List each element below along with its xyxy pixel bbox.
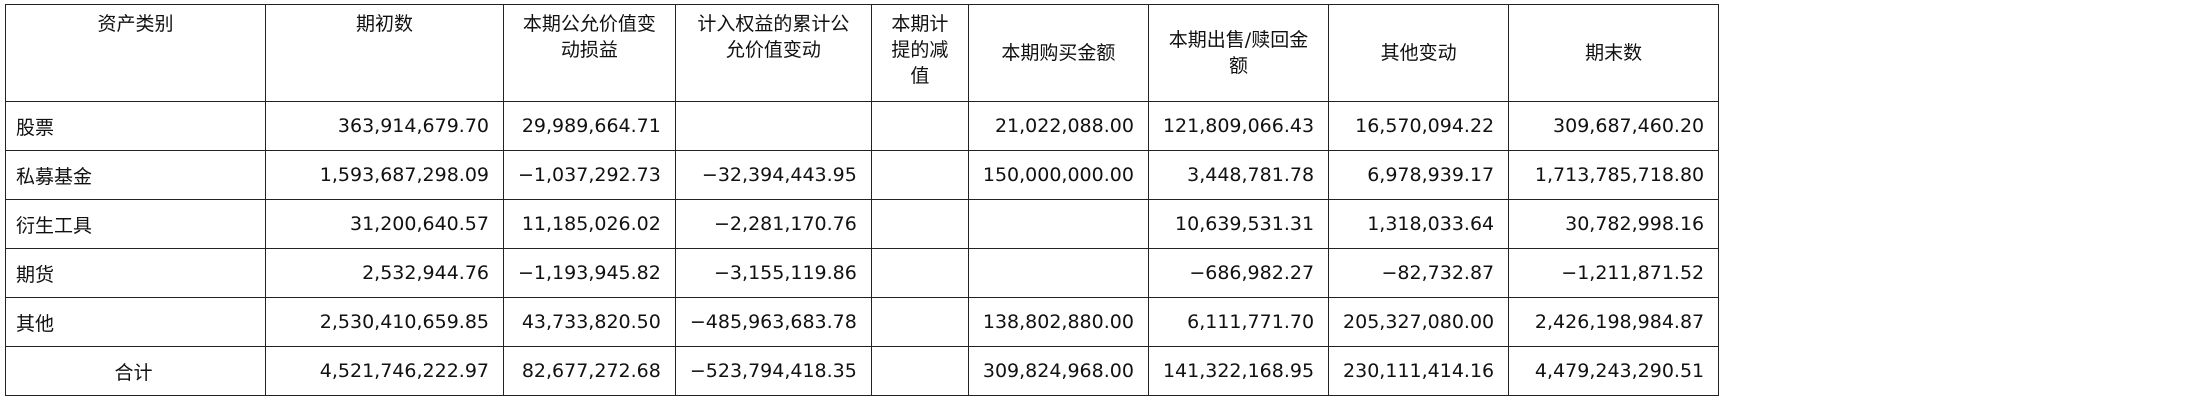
table-cell: 2,530,410,659.85 — [265, 297, 504, 347]
table-cell: 10,639,531.31 — [1147, 199, 1330, 249]
header-fair-value-change: 本期公允价值变动损益 — [503, 4, 676, 102]
table-cell: 1,318,033.64 — [1328, 199, 1510, 249]
total-cell: −523,794,418.35 — [674, 346, 872, 396]
table-cell: 30,782,998.16 — [1508, 199, 1720, 249]
total-cell: 82,677,272.68 — [503, 346, 676, 396]
table-cell — [870, 150, 969, 200]
table-row: 衍生工具 31,200,640.57 11,185,026.02 −2,281,… — [5, 199, 1720, 249]
table-cell — [870, 101, 969, 151]
row-category: 期货 — [5, 248, 266, 298]
header-impairment: 本期计提的减值 — [870, 4, 969, 102]
header-purchase-amount: 本期购买金额 — [967, 4, 1149, 102]
table-cell — [870, 199, 969, 249]
table-cell: −686,982.27 — [1147, 248, 1330, 298]
table-cell: 363,914,679.70 — [265, 101, 504, 151]
header-sale-redemption-amount: 本期出售/赎回金额 — [1147, 4, 1330, 102]
total-cell: 4,479,243,290.51 — [1508, 346, 1720, 396]
table-cell: −1,211,871.52 — [1508, 248, 1720, 298]
total-row: 合计 4,521,746,222.97 82,677,272.68 −523,7… — [5, 346, 1720, 396]
table-cell — [870, 248, 969, 298]
table-cell: 11,185,026.02 — [503, 199, 676, 249]
table-cell: 21,022,088.00 — [967, 101, 1149, 151]
table-row: 期货 2,532,944.76 −1,193,945.82 −3,155,119… — [5, 248, 1720, 298]
table-cell: 1,713,785,718.80 — [1508, 150, 1720, 200]
total-cell: 4,521,746,222.97 — [265, 346, 504, 396]
asset-change-table: 资产类别 期初数 本期公允价值变动损益 计入权益的累计公允价值变动 本期计提的减… — [5, 4, 1720, 396]
total-cell: 309,824,968.00 — [967, 346, 1149, 396]
table-cell: 6,111,771.70 — [1147, 297, 1330, 347]
header-closing-balance: 期末数 — [1508, 4, 1720, 102]
table-row: 其他 2,530,410,659.85 43,733,820.50 −485,9… — [5, 297, 1720, 347]
table-cell: −3,155,119.86 — [674, 248, 872, 298]
total-cell — [870, 346, 969, 396]
header-equity-fair-value-change: 计入权益的累计公允价值变动 — [674, 4, 872, 102]
row-category: 股票 — [5, 101, 266, 151]
table-cell: 309,687,460.20 — [1508, 101, 1720, 151]
table-cell: −1,037,292.73 — [503, 150, 676, 200]
total-cell: 230,111,414.16 — [1328, 346, 1510, 396]
table-cell: −82,732.87 — [1328, 248, 1510, 298]
table-cell — [674, 101, 872, 151]
table-cell: 31,200,640.57 — [265, 199, 504, 249]
table-cell: 205,327,080.00 — [1328, 297, 1510, 347]
table-cell — [967, 248, 1149, 298]
header-opening-balance: 期初数 — [265, 4, 504, 102]
table-cell: 1,593,687,298.09 — [265, 150, 504, 200]
table-cell: 138,802,880.00 — [967, 297, 1149, 347]
table-row: 私募基金 1,593,687,298.09 −1,037,292.73 −32,… — [5, 150, 1720, 200]
table-cell — [870, 297, 969, 347]
table-cell: 29,989,664.71 — [503, 101, 676, 151]
table-cell: −32,394,443.95 — [674, 150, 872, 200]
row-category: 衍生工具 — [5, 199, 266, 249]
table-cell: 6,978,939.17 — [1328, 150, 1510, 200]
header-asset-category: 资产类别 — [5, 4, 266, 102]
table-cell: 121,809,066.43 — [1147, 101, 1330, 151]
table-cell: 16,570,094.22 — [1328, 101, 1510, 151]
table-cell — [967, 199, 1149, 249]
table-row: 股票 363,914,679.70 29,989,664.71 21,022,0… — [5, 101, 1720, 151]
table-cell: 150,000,000.00 — [967, 150, 1149, 200]
total-label: 合计 — [5, 346, 266, 396]
row-category: 其他 — [5, 297, 266, 347]
table-cell: −2,281,170.76 — [674, 199, 872, 249]
table-cell: 2,532,944.76 — [265, 248, 504, 298]
table-cell: −485,963,683.78 — [674, 297, 872, 347]
header-other-changes: 其他变动 — [1328, 4, 1510, 102]
table-cell: −1,193,945.82 — [503, 248, 676, 298]
table-cell: 43,733,820.50 — [503, 297, 676, 347]
table-cell: 3,448,781.78 — [1147, 150, 1330, 200]
table-header-row: 资产类别 期初数 本期公允价值变动损益 计入权益的累计公允价值变动 本期计提的减… — [5, 4, 1720, 102]
table-cell: 2,426,198,984.87 — [1508, 297, 1720, 347]
total-cell: 141,322,168.95 — [1147, 346, 1330, 396]
row-category: 私募基金 — [5, 150, 266, 200]
